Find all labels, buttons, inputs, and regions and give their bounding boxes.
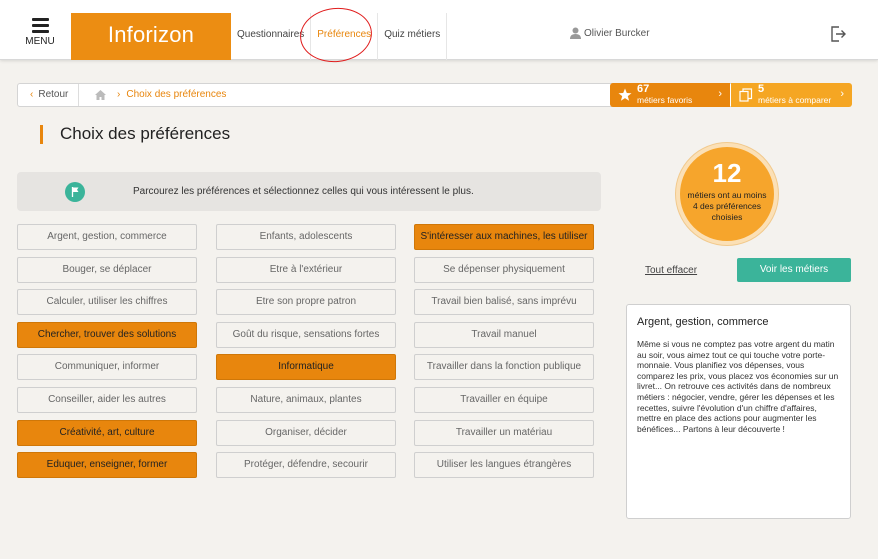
chevron-right-icon: › <box>718 88 722 100</box>
nav-questionnaires[interactable]: Questionnaires <box>231 13 312 60</box>
matching-jobs-counter: 12 métiers ont au moins 4 des préférence… <box>676 143 778 245</box>
favorites-label: métiers favoris <box>637 95 693 105</box>
compare-button[interactable]: 5 métiers à comparer › <box>731 83 852 107</box>
description-body: Même si vous ne comptez pas votre argent… <box>637 339 839 434</box>
preference-option[interactable]: Goût du risque, sensations fortes <box>216 322 396 348</box>
preference-option[interactable]: Organiser, décider <box>216 420 396 446</box>
breadcrumb-bar: ‹ Retour › Choix des préférences 67 métier… <box>17 83 852 107</box>
preference-option[interactable]: Travailler dans la fonction publique <box>414 354 594 380</box>
preference-option[interactable]: Conseiller, aider les autres <box>17 387 197 413</box>
nav-quiz-metiers[interactable]: Quiz métiers <box>378 13 448 60</box>
compare-label: métiers à comparer <box>758 95 832 105</box>
favorites-button[interactable]: 67 métiers favoris › <box>610 83 730 107</box>
preference-option[interactable]: Calculer, utiliser les chiffres <box>17 289 197 315</box>
user-icon <box>570 27 581 39</box>
menu-label: MENU <box>25 36 55 47</box>
preference-description-panel: Argent, gestion, commerce Même si vous n… <box>626 304 851 519</box>
preference-option[interactable]: Se dépenser physiquement <box>414 257 594 283</box>
back-label: Retour <box>38 89 69 100</box>
preference-option[interactable]: Chercher, trouver des solutions <box>17 322 197 348</box>
description-title: Argent, gestion, commerce <box>637 316 769 328</box>
see-jobs-button[interactable]: Voir les métiers <box>737 258 851 282</box>
logo[interactable]: Inforizon <box>71 13 231 60</box>
preference-option[interactable]: Informatique <box>216 354 396 380</box>
preference-option[interactable]: S'intéresser aux machines, les utiliser <box>414 224 594 250</box>
instructions-text: Parcourez les préférences et sélectionne… <box>133 186 474 197</box>
preference-option[interactable]: Utiliser les langues étrangères <box>414 452 594 478</box>
chevron-right-icon: › <box>840 88 844 100</box>
user-name: Olivier Burcker <box>584 27 650 39</box>
breadcrumb-current: Choix des préférences <box>126 89 227 100</box>
preference-option[interactable]: Etre à l'extérieur <box>216 257 396 283</box>
matching-jobs-line2: 4 des préférences choisies <box>692 201 762 222</box>
chevron-left-icon: ‹ <box>30 89 34 100</box>
back-button[interactable]: ‹ Retour <box>18 84 79 106</box>
preference-option[interactable]: Bouger, se déplacer <box>17 257 197 283</box>
clear-all-link[interactable]: Tout effacer <box>645 265 697 276</box>
user-profile[interactable]: Olivier Burcker <box>570 27 650 39</box>
menu-button[interactable]: MENU <box>18 18 62 58</box>
title-accent-bar <box>40 125 43 144</box>
preference-option[interactable]: Argent, gestion, commerce <box>17 224 197 250</box>
preference-option[interactable]: Créativité, art, culture <box>17 420 197 446</box>
preference-option[interactable]: Travailler un matériau <box>414 420 594 446</box>
preference-option[interactable]: Etre son propre patron <box>216 289 396 315</box>
breadcrumb: › Choix des préférences <box>117 84 226 106</box>
home-icon[interactable] <box>95 90 106 100</box>
instructions-box: Parcourez les préférences et sélectionne… <box>17 172 601 211</box>
preference-option[interactable]: Communiquer, informer <box>17 354 197 380</box>
preference-option[interactable]: Enfants, adolescents <box>216 224 396 250</box>
main-nav: Questionnaires Préférences Quiz métiers <box>231 13 448 60</box>
preference-option[interactable]: Protéger, défendre, secourir <box>216 452 396 478</box>
nav-preferences[interactable]: Préférences <box>311 13 379 60</box>
preference-option[interactable]: Nature, animaux, plantes <box>216 387 396 413</box>
copy-icon <box>739 88 753 102</box>
flag-icon <box>65 182 85 202</box>
page-title: Choix des préférences <box>60 124 231 143</box>
logout-icon[interactable] <box>829 25 847 43</box>
matching-jobs-count: 12 <box>712 158 742 188</box>
favorites-count: 67 <box>637 83 650 95</box>
preference-option[interactable]: Travail bien balisé, sans imprévu <box>414 289 594 315</box>
preference-option[interactable]: Travailler en équipe <box>414 387 594 413</box>
preference-option[interactable]: Eduquer, enseigner, former <box>17 452 197 478</box>
compare-count: 5 <box>758 83 765 95</box>
top-header: MENU Inforizon Questionnaires Préférence… <box>0 0 878 60</box>
preference-option[interactable]: Travail manuel <box>414 322 594 348</box>
hamburger-icon <box>31 18 49 33</box>
star-icon <box>618 88 632 101</box>
chevron-right-icon: › <box>117 89 121 100</box>
matching-jobs-line1: métiers ont au moins <box>687 190 767 200</box>
